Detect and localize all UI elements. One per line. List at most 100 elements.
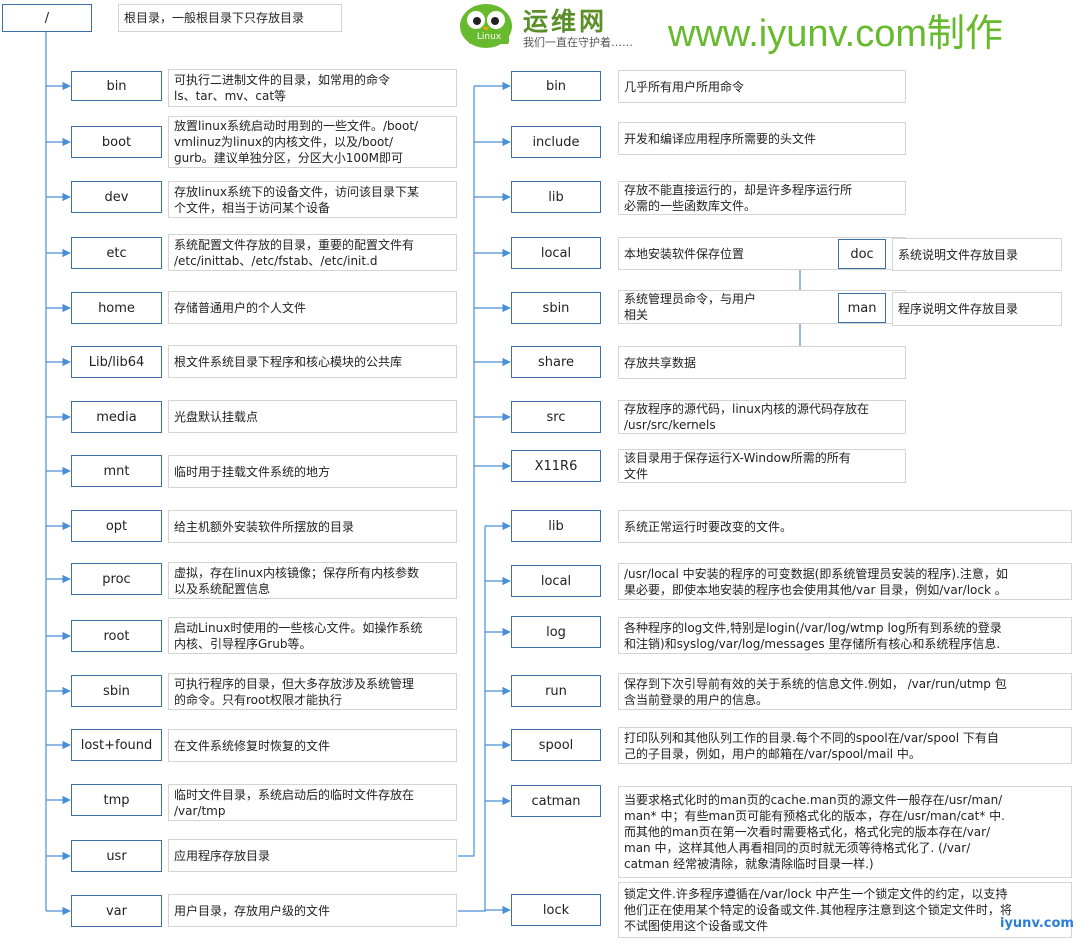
var-desc-line: man 中，这样其他人再看相同的页时就无须等待格式化了. (/var/ bbox=[624, 841, 971, 855]
left-desc-line: 可执行程序的目录，但大多存放涉及系统管理 bbox=[174, 676, 415, 691]
left-dir-box[interactable]: usr bbox=[71, 840, 162, 872]
usr-dir-label: lib bbox=[548, 189, 564, 205]
usr-dir-desc: 存放程序的源代码，linux内核的源代码存放在/usr/src/kernels bbox=[618, 400, 906, 434]
left-desc-line: 应用程序存放目录 bbox=[174, 848, 271, 863]
usr-desc-line: 相关 bbox=[624, 308, 649, 322]
var-desc-line: 果必要，即使本地安装的程序也会使用其他/var 目录，例如/var/lock 。 bbox=[624, 582, 1007, 597]
usr-desc-line: 必需的一些函数库文件。 bbox=[624, 199, 757, 213]
share-dir-desc: 系统说明文件存放目录 bbox=[892, 238, 1062, 271]
left-dir-box[interactable]: root bbox=[71, 620, 162, 652]
usr-dir-label: src bbox=[546, 409, 566, 425]
var-dir-box[interactable]: lib bbox=[511, 510, 601, 542]
var-dir-desc: 当要求格式化时的man页的cache.man页的源文件一般存在/usr/man/… bbox=[618, 786, 1072, 878]
var-desc-line: catman 经常被清除，就象清除临时目录一样.) bbox=[624, 857, 874, 871]
left-dir-box[interactable]: tmp bbox=[71, 784, 162, 816]
left-dir-box[interactable]: home bbox=[71, 292, 162, 324]
left-dir-desc: 存储普通用户的个人文件 bbox=[168, 291, 457, 324]
usr-dir-desc: 存放共享数据 bbox=[618, 346, 906, 379]
left-dir-box[interactable]: opt bbox=[71, 510, 162, 542]
var-desc-line: /usr/local 中安装的程序的可变数据(即系统管理员安装的程序).注意，如 bbox=[624, 566, 1008, 581]
usr-dir-label: X11R6 bbox=[534, 458, 578, 474]
left-desc-line: ls、tar、mv、cat等 bbox=[174, 89, 287, 103]
left-dir-desc: 给主机额外安装软件所摆放的目录 bbox=[168, 510, 457, 543]
var-dir-box[interactable]: catman bbox=[511, 785, 601, 817]
share-dir-box[interactable]: man bbox=[838, 293, 886, 323]
var-dir-box[interactable]: spool bbox=[511, 729, 601, 761]
usr-dir-box[interactable]: bin bbox=[511, 71, 601, 101]
var-dir-box[interactable]: lock bbox=[511, 894, 601, 926]
left-dir-box[interactable]: var bbox=[71, 895, 162, 927]
usr-desc-line: 系统管理员命令，与用户 bbox=[624, 292, 757, 306]
var-dir-label: catman bbox=[531, 793, 581, 809]
var-dir-box[interactable]: local bbox=[511, 565, 601, 597]
left-dir-box[interactable]: media bbox=[71, 401, 162, 433]
left-dir-box[interactable]: mnt bbox=[71, 455, 162, 487]
var-desc-line: 系统正常运行时要改变的文件。 bbox=[624, 519, 793, 534]
usr-desc-line: 该目录用于保存运行X-Window所需的所有 bbox=[624, 451, 851, 465]
left-dir-desc: 临时文件目录，系统启动后的临时文件存放在/var/tmp bbox=[168, 784, 457, 821]
left-desc-line: gurb。建议单独分区，分区大小100M即可 bbox=[174, 151, 404, 165]
left-desc-line: 在文件系统修复时恢复的文件 bbox=[174, 738, 331, 753]
usr-dir-box[interactable]: X11R6 bbox=[511, 450, 601, 482]
left-dir-desc: 在文件系统修复时恢复的文件 bbox=[168, 729, 457, 762]
left-dir-label: sbin bbox=[103, 683, 130, 699]
left-dir-box[interactable]: dev bbox=[71, 181, 162, 213]
left-dir-label: media bbox=[96, 409, 137, 425]
share-dir-label: man bbox=[847, 300, 877, 316]
usr-dir-label: share bbox=[537, 354, 575, 370]
left-desc-line: 存储普通用户的个人文件 bbox=[174, 300, 307, 315]
var-dir-desc: 保存到下次引导前有效的关于系统的信息文件.例如， /var/run/utmp 包… bbox=[618, 673, 1072, 710]
left-dir-label: bin bbox=[106, 78, 127, 94]
left-dir-label: proc bbox=[102, 571, 131, 587]
left-dir-label: etc bbox=[106, 245, 127, 261]
left-desc-line: 可执行二进制文件的目录，如常用的命令 bbox=[174, 73, 391, 87]
var-dir-box[interactable]: log bbox=[511, 616, 601, 648]
var-dir-box[interactable]: run bbox=[511, 675, 601, 707]
usr-dir-box[interactable]: include bbox=[511, 126, 601, 158]
share-desc-line: 系统说明文件存放目录 bbox=[898, 247, 1019, 262]
left-dir-desc: 放置linux系统启动时用到的一些文件。/boot/vmlinuz为linux的… bbox=[168, 116, 457, 168]
left-dir-label: dev bbox=[104, 189, 129, 205]
usr-desc-line: 存放不能直接运行的，却是许多程序运行所 bbox=[624, 183, 853, 197]
var-desc-line: 不试图使用这个设备或文件 bbox=[624, 919, 769, 933]
left-desc-line: 系统配置文件存放的目录，重要的配置文件有 bbox=[174, 237, 415, 252]
left-dir-desc: 根文件系统目录下程序和核心模块的公共库 bbox=[168, 345, 457, 378]
var-dir-label: lib bbox=[548, 518, 564, 534]
root-dir-box[interactable]: / bbox=[2, 4, 92, 32]
var-dir-desc: 打印队列和其他队列工作的目录.每个不同的spool在/var/spool 下有自… bbox=[618, 727, 1072, 764]
left-dir-desc: 应用程序存放目录 bbox=[168, 839, 457, 872]
logo-badge: Linux bbox=[469, 30, 509, 44]
left-dir-desc: 系统配置文件存放的目录，重要的配置文件有/etc/inittab、/etc/fs… bbox=[168, 234, 457, 271]
left-dir-box[interactable]: etc bbox=[71, 237, 162, 269]
left-dir-desc: 可执行程序的目录，但大多存放涉及系统管理 的命令。只有root权限才能执行 bbox=[168, 673, 457, 710]
left-dir-label: var bbox=[105, 903, 127, 919]
usr-dir-box[interactable]: sbin bbox=[511, 292, 601, 324]
logo-title: 运维网 bbox=[523, 7, 608, 36]
var-dir-desc: /usr/local 中安装的程序的可变数据(即系统管理员安装的程序).注意，如… bbox=[618, 563, 1072, 600]
left-dir-label: opt bbox=[105, 518, 128, 534]
left-dir-label: root bbox=[103, 628, 130, 644]
var-desc-line: 当要求格式化时的man页的cache.man页的源文件一般存在/usr/man/ bbox=[624, 793, 1003, 807]
usr-dir-box[interactable]: share bbox=[511, 346, 601, 378]
connector-line bbox=[458, 526, 486, 912]
var-desc-line: 保存到下次引导前有效的关于系统的信息文件.例如， /var/run/utmp 包 bbox=[624, 676, 1007, 691]
var-desc-line: man* 中；有些man页可能有预格式化的版本，存在/usr/man/cat* … bbox=[624, 809, 1005, 823]
usr-dir-box[interactable]: src bbox=[511, 401, 601, 433]
left-dir-box[interactable]: proc bbox=[71, 563, 162, 595]
share-dir-box[interactable]: doc bbox=[838, 239, 886, 269]
left-dir-box[interactable]: lost+found bbox=[71, 729, 162, 761]
var-dir-label: run bbox=[545, 683, 567, 699]
left-dir-box[interactable]: sbin bbox=[71, 675, 162, 707]
var-desc-line: 和注销)和syslog/var/log/messages 里存储所有核心和系统程… bbox=[624, 636, 1001, 651]
left-dir-box[interactable]: bin bbox=[71, 71, 162, 101]
usr-dir-box[interactable]: lib bbox=[511, 181, 601, 213]
left-dir-box[interactable]: Lib/lib64 bbox=[71, 346, 162, 378]
usr-dir-box[interactable]: local bbox=[511, 237, 601, 269]
brand-site-text: www.iyunv.com制作 bbox=[668, 13, 1004, 55]
usr-desc-line: 文件 bbox=[624, 467, 649, 481]
left-desc-line: 临时文件目录，系统启动后的临时文件存放在 bbox=[174, 787, 415, 802]
left-dir-box[interactable]: boot bbox=[71, 126, 162, 158]
usr-desc-line: /usr/src/kernels bbox=[624, 418, 716, 432]
left-desc-line: 放置linux系统启动时用到的一些文件。/boot/ bbox=[174, 119, 419, 133]
share-desc-line: 程序说明文件存放目录 bbox=[898, 302, 1019, 316]
